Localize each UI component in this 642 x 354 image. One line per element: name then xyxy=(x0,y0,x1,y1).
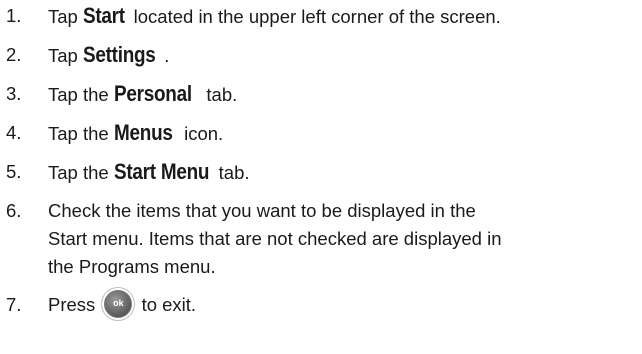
step-keyword: Settings xyxy=(82,42,156,67)
instruction-list: 1. Tap Start located in the upper left c… xyxy=(6,0,642,319)
step-number: 4. xyxy=(6,122,22,143)
step-text-post: to exit. xyxy=(136,294,197,315)
step-text-post: tab. xyxy=(213,162,250,183)
step-number: 5. xyxy=(6,161,22,182)
step-number: 6. xyxy=(6,200,22,221)
step-text-line: Start menu. Items that are not checked a… xyxy=(48,228,502,249)
step-6: 6. Check the items that you want to be d… xyxy=(6,197,642,281)
step-number: 7. xyxy=(6,294,22,315)
step-text-pre: Tap the xyxy=(48,123,114,144)
step-number: 3. xyxy=(6,83,22,104)
ok-button-icon: ok xyxy=(104,290,133,319)
step-5: 5. Tap the Start Menu tab. xyxy=(6,158,642,187)
step-keyword: Start xyxy=(82,3,125,28)
step-number: 1. xyxy=(6,5,22,26)
step-7: 7. Press ok to exit. xyxy=(6,290,642,320)
step-text-pre: Tap xyxy=(48,6,83,27)
step-keyword: Menus xyxy=(113,120,173,145)
step-text-post: located in the upper left corner of the … xyxy=(128,6,501,27)
step-text-pre: Tap the xyxy=(48,162,114,183)
step-4: 4. Tap the Menus icon. xyxy=(6,119,642,148)
step-text-pre: Press xyxy=(48,294,101,315)
step-text-pre: Tap xyxy=(48,45,83,66)
step-text-post: . xyxy=(164,45,170,66)
step-1: 1. Tap Start located in the upper left c… xyxy=(6,2,642,31)
step-3: 3. Tap the Personal tab. xyxy=(6,80,642,109)
step-keyword: Start Menu xyxy=(113,159,210,184)
step-text-line: the Programs menu. xyxy=(48,256,216,277)
step-number: 2. xyxy=(6,44,22,65)
step-text-pre: Tap the xyxy=(48,84,114,105)
step-text-post: icon. xyxy=(178,123,224,144)
step-text-line: Check the items that you want to be disp… xyxy=(48,200,476,221)
step-2: 2. Tap Settings. xyxy=(6,41,642,70)
step-keyword: Personal xyxy=(113,81,192,106)
step-text-post: tab. xyxy=(201,84,238,105)
